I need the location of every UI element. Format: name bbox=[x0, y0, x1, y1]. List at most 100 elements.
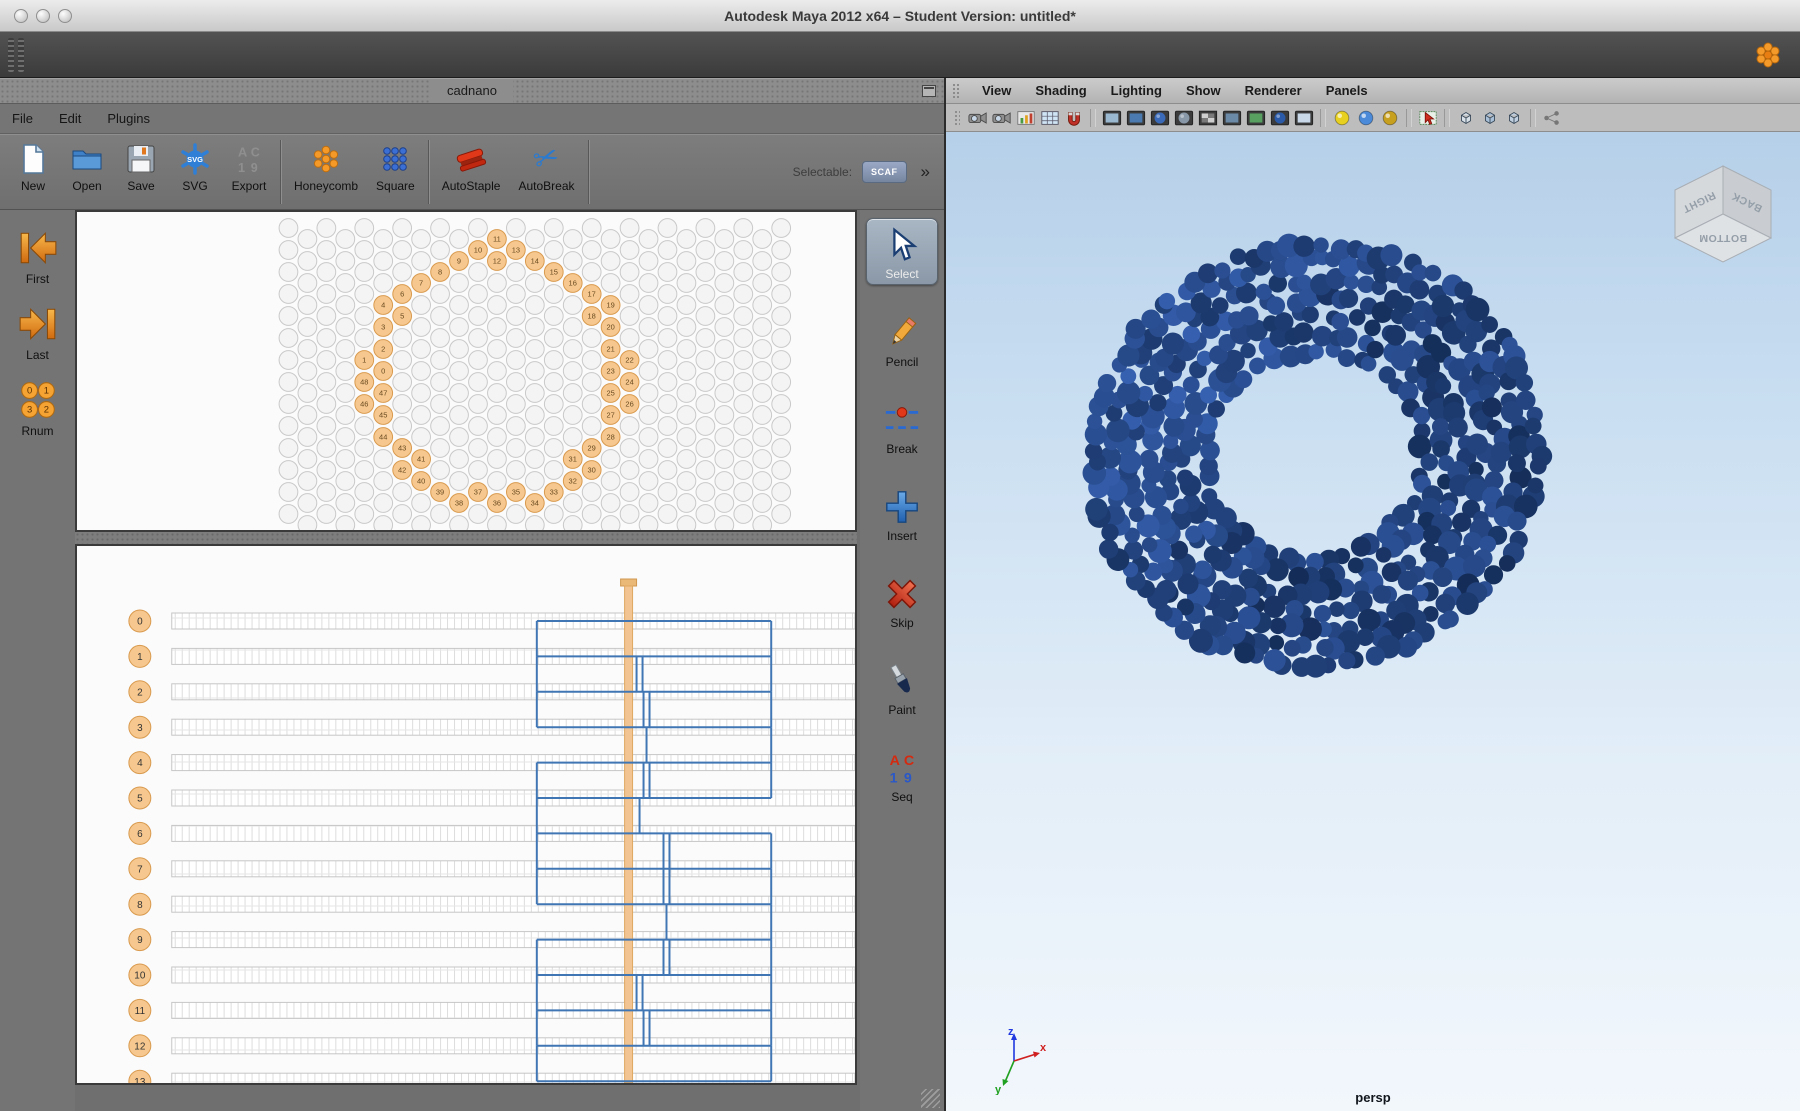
path-view[interactable]: 012345678910111213 bbox=[75, 544, 857, 1085]
float-panel-icon[interactable] bbox=[922, 85, 936, 97]
camera-settings-icon[interactable] bbox=[1244, 107, 1268, 129]
svg-text:24: 24 bbox=[625, 378, 633, 387]
bookmark-camera-icon[interactable] bbox=[990, 107, 1014, 129]
viewport-menu-renderer[interactable]: Renderer bbox=[1233, 83, 1314, 98]
cadnano-menu-file[interactable]: File bbox=[12, 111, 33, 126]
isolate-select-icon[interactable] bbox=[1416, 107, 1440, 129]
cadnano-plugin-flower-icon[interactable] bbox=[1752, 39, 1784, 71]
last-button[interactable]: Last bbox=[5, 302, 71, 362]
pencil-tool[interactable]: Pencil bbox=[866, 307, 938, 372]
first-icon bbox=[5, 226, 71, 270]
svg-text:13: 13 bbox=[134, 1077, 146, 1083]
panel-grip[interactable] bbox=[954, 110, 960, 126]
shaded-display-icon[interactable] bbox=[1124, 107, 1148, 129]
new-icon bbox=[16, 140, 50, 178]
svg-text:SVG: SVG bbox=[187, 155, 203, 164]
svg-text:26: 26 bbox=[625, 400, 633, 409]
display-cube-hull-icon[interactable] bbox=[1478, 107, 1502, 129]
svg-text:7: 7 bbox=[137, 864, 143, 875]
text-display-icon[interactable] bbox=[1292, 107, 1316, 129]
svg-text:0: 0 bbox=[26, 386, 31, 397]
xray-display-icon[interactable] bbox=[1220, 107, 1244, 129]
svg-text:18: 18 bbox=[588, 312, 596, 321]
viewport-menu-view[interactable]: View bbox=[970, 83, 1023, 98]
open-button[interactable]: Open bbox=[60, 135, 114, 209]
slice-view[interactable]: 0123456789101112131415161718192021222324… bbox=[75, 210, 857, 532]
viewport-menu-show[interactable]: Show bbox=[1174, 83, 1233, 98]
viewport-menu-shading[interactable]: Shading bbox=[1023, 83, 1098, 98]
dna-ring-model[interactable] bbox=[946, 132, 1800, 1111]
checker-display-icon[interactable] bbox=[1196, 107, 1220, 129]
resize-grip[interactable] bbox=[921, 1089, 940, 1108]
toolbar-separator bbox=[588, 140, 589, 204]
all-lights-icon[interactable] bbox=[1354, 107, 1378, 129]
first-button[interactable]: First bbox=[5, 226, 71, 286]
viewport-menubar: ViewShadingLightingShowRendererPanels bbox=[946, 78, 1800, 104]
cadnano-menu-plugins[interactable]: Plugins bbox=[107, 111, 150, 126]
svg-text:12: 12 bbox=[493, 257, 501, 266]
lighting-display-icon[interactable] bbox=[1172, 107, 1196, 129]
scaf-toggle-button[interactable]: SCAF bbox=[862, 161, 907, 183]
wireframe-display-icon[interactable] bbox=[1100, 107, 1124, 129]
autostaple-button[interactable]: AutoStaple bbox=[433, 135, 510, 209]
cadnano-panel-titlebar[interactable]: cadnano bbox=[0, 78, 944, 104]
view-splitter[interactable] bbox=[75, 532, 857, 544]
viewport-menu-panels[interactable]: Panels bbox=[1314, 83, 1380, 98]
toolbar-overflow-chevron[interactable]: » bbox=[917, 162, 934, 182]
svg-text:35: 35 bbox=[512, 488, 520, 497]
svg-text:0: 0 bbox=[381, 367, 385, 376]
insert-tool[interactable]: Insert bbox=[866, 481, 938, 546]
save-button[interactable]: Save bbox=[114, 135, 168, 209]
autobreak-button[interactable]: ✂AutoBreak bbox=[509, 135, 583, 209]
svg-text:6: 6 bbox=[400, 290, 404, 299]
svg-text:48: 48 bbox=[360, 378, 368, 387]
axis-y-label: y bbox=[995, 1084, 1002, 1095]
default-light-icon[interactable] bbox=[1330, 107, 1354, 129]
snap-camera-icon[interactable] bbox=[966, 107, 990, 129]
texture-view-icon[interactable] bbox=[1268, 107, 1292, 129]
viewport-menu-lighting[interactable]: Lighting bbox=[1099, 83, 1174, 98]
autostaple-icon bbox=[454, 140, 488, 178]
viewport-menubar-grip[interactable] bbox=[952, 83, 960, 99]
textured-display-icon[interactable] bbox=[1148, 107, 1172, 129]
break-tool[interactable]: Break bbox=[866, 394, 938, 459]
honeycomb-button[interactable]: Honeycomb bbox=[285, 135, 367, 209]
paint-tool[interactable]: Paint bbox=[866, 655, 938, 720]
svg-text:8: 8 bbox=[137, 900, 143, 911]
last-icon bbox=[5, 302, 71, 346]
selected-lights-icon[interactable] bbox=[1378, 107, 1402, 129]
cadnano-menu-edit[interactable]: Edit bbox=[59, 111, 81, 126]
export-button[interactable]: AC19Export bbox=[222, 135, 276, 209]
grid-display-icon[interactable] bbox=[1038, 107, 1062, 129]
select-tool[interactable]: Select bbox=[866, 218, 938, 285]
svg-text:40: 40 bbox=[417, 477, 425, 486]
display-cube-wire-icon[interactable] bbox=[1502, 107, 1526, 129]
display-cube-smooth-icon[interactable] bbox=[1454, 107, 1478, 129]
image-plane-icon[interactable] bbox=[1014, 107, 1038, 129]
selectable-block: Selectable: SCAF » bbox=[793, 135, 938, 209]
skip-tool[interactable]: Skip bbox=[866, 568, 938, 633]
svg-text:A: A bbox=[890, 753, 900, 769]
rnum-icon: 0132 bbox=[5, 378, 71, 422]
cadnano-views: 0123456789101112131415161718192021222324… bbox=[75, 210, 860, 1111]
rnum-button[interactable]: 0132Rnum bbox=[5, 378, 71, 438]
svg-button[interactable]: SVGSVG bbox=[168, 135, 222, 209]
seq-tool[interactable]: AC19Seq bbox=[866, 742, 938, 807]
window-title: Autodesk Maya 2012 x64 – Student Version… bbox=[0, 0, 1800, 32]
perspective-viewport[interactable]: RIGHTBACKBOTTOM z x y persp bbox=[946, 132, 1800, 1111]
square-button[interactable]: Square bbox=[367, 135, 424, 209]
svg-text:1: 1 bbox=[238, 160, 245, 175]
iconbar-separator bbox=[1406, 109, 1412, 127]
new-button[interactable]: New bbox=[6, 135, 60, 209]
hypergraph-icon[interactable] bbox=[1540, 107, 1564, 129]
svg-text:9: 9 bbox=[457, 257, 461, 266]
skip-icon bbox=[866, 573, 938, 615]
shelf-grip[interactable] bbox=[18, 38, 24, 72]
shelf-grip[interactable] bbox=[8, 38, 14, 72]
square-icon bbox=[378, 140, 412, 178]
svg-text:27: 27 bbox=[606, 411, 614, 420]
toolbar-separator bbox=[428, 140, 429, 204]
snap-magnet-icon[interactable] bbox=[1062, 107, 1086, 129]
view-cube[interactable]: RIGHTBACKBOTTOM bbox=[1668, 158, 1780, 270]
svg-text:34: 34 bbox=[531, 499, 539, 508]
